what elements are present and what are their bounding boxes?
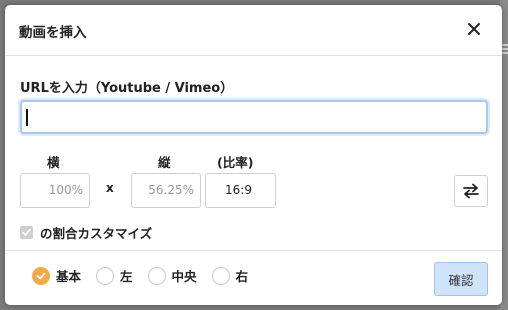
- check-icon: [36, 272, 46, 279]
- custom-ratio-checkbox[interactable]: [20, 226, 33, 239]
- confirm-button[interactable]: 確認: [434, 262, 488, 296]
- align-option-center[interactable]: 中央: [147, 266, 197, 285]
- align-option-default[interactable]: 基本: [32, 266, 81, 285]
- radio-center[interactable]: [147, 266, 166, 285]
- insert-video-dialog: 動画を挿入 URLを入力（Youtube / Vimeo） 横 縦 (比率) 1…: [5, 5, 502, 305]
- times-sign: x: [106, 181, 114, 195]
- radio-right[interactable]: [211, 266, 230, 285]
- ratio-label: (比率): [217, 155, 254, 170]
- radio-label-center: 中央: [171, 269, 197, 284]
- radio-label-default: 基本: [56, 269, 82, 284]
- width-field[interactable]: 100%: [20, 173, 90, 208]
- align-option-left[interactable]: 左: [96, 266, 133, 285]
- dialog-title: 動画を挿入: [19, 25, 87, 41]
- url-label: URLを入力（Youtube / Vimeo）: [20, 81, 234, 96]
- radio-label-left: 左: [120, 269, 133, 284]
- dialog-header: 動画を挿入: [5, 5, 502, 56]
- height-field[interactable]: 56.25%: [131, 173, 201, 208]
- footer-divider: [5, 250, 502, 251]
- align-option-right[interactable]: 右: [211, 266, 249, 285]
- ratio-field[interactable]: 16:9: [205, 173, 276, 208]
- text-caret: [26, 109, 28, 126]
- check-icon: [22, 228, 31, 236]
- radio-default[interactable]: [32, 266, 50, 285]
- height-label: 縦: [158, 155, 171, 170]
- custom-ratio-row[interactable]: の割合カスタマイズ: [20, 223, 152, 242]
- alignment-radio-group: 基本 左 中央 右: [32, 266, 263, 285]
- radio-left[interactable]: [96, 266, 115, 285]
- swap-dimensions-button[interactable]: [454, 175, 488, 207]
- close-icon: [468, 23, 480, 35]
- width-label: 横: [47, 155, 60, 170]
- close-button[interactable]: [464, 19, 484, 39]
- url-input[interactable]: [20, 100, 488, 134]
- swap-arrows-icon: [463, 183, 479, 199]
- radio-label-right: 右: [235, 269, 249, 284]
- custom-ratio-label: の割合カスタマイズ: [40, 226, 153, 241]
